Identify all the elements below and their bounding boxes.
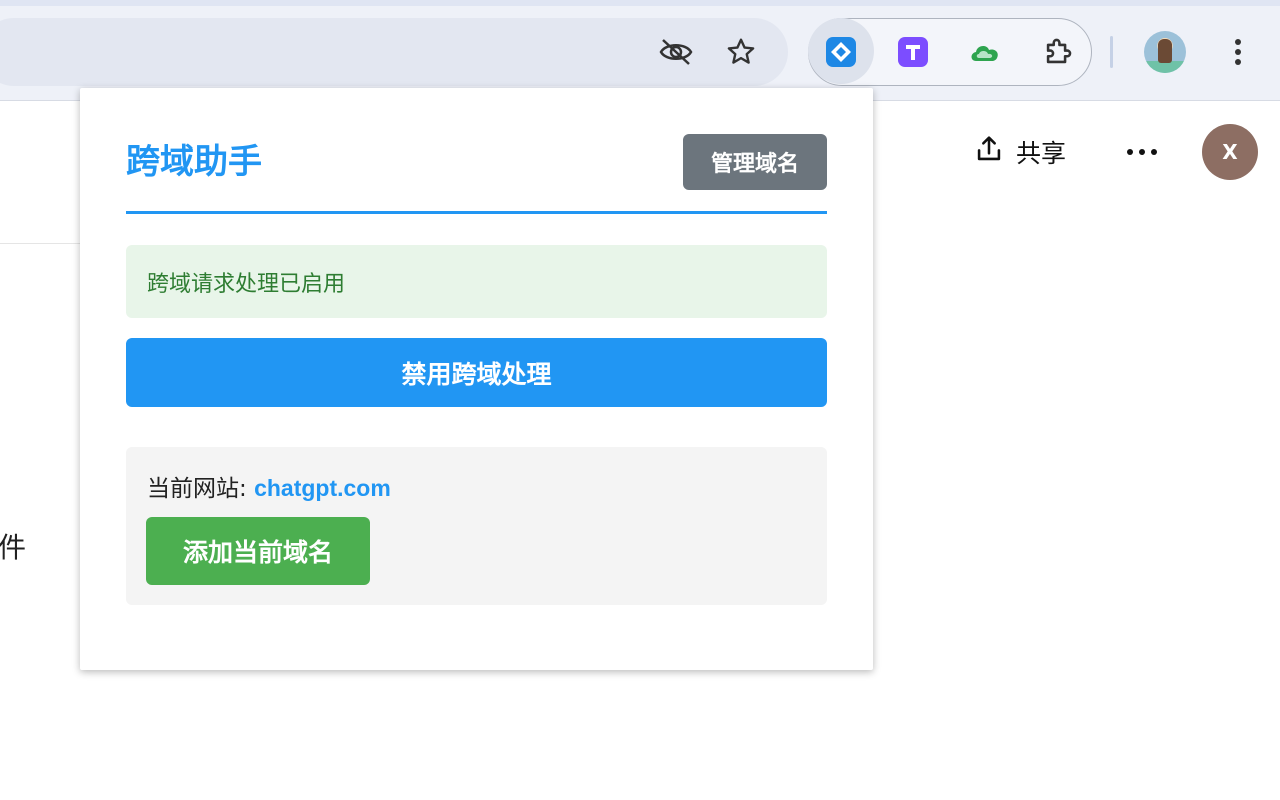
add-current-domain-button[interactable]: 添加当前域名: [146, 517, 370, 585]
more-options-icon[interactable]: [1122, 136, 1162, 168]
cors-helper-popup: 跨域助手 管理域名 跨域请求处理已启用 禁用跨域处理 当前网站: chatgpt…: [80, 88, 873, 670]
user-avatar[interactable]: X: [1202, 124, 1258, 180]
vertical-dots-icon[interactable]: [1220, 34, 1256, 70]
manage-domains-button[interactable]: 管理域名: [683, 134, 827, 190]
title-underline: [126, 211, 827, 214]
sidebar-partial-text: 件: [0, 531, 27, 564]
share-label: 共享: [1016, 139, 1067, 168]
disable-cors-button[interactable]: 禁用跨域处理: [126, 338, 827, 407]
toolbar-divider: [1110, 36, 1113, 68]
tab-strip-edge: [0, 0, 1280, 6]
eye-off-icon[interactable]: [658, 34, 694, 70]
browser-toolbar: [0, 0, 1280, 101]
page-header-divider: [0, 243, 84, 244]
current-site-panel: 当前网站: chatgpt.com 添加当前域名: [126, 447, 827, 605]
cors-helper-extension-icon[interactable]: [823, 34, 859, 70]
current-site-line: 当前网站: chatgpt.com: [147, 469, 391, 503]
status-text: 跨域请求处理已启用: [147, 271, 346, 297]
t-extension-icon[interactable]: [895, 34, 931, 70]
share-icon: [972, 132, 1006, 172]
profile-avatar[interactable]: [1144, 31, 1186, 73]
extensions-puzzle-icon[interactable]: [1040, 34, 1076, 70]
popup-title: 跨域助手: [126, 142, 262, 182]
status-message: 跨域请求处理已启用: [126, 245, 827, 318]
current-site-domain: chatgpt.com: [254, 475, 391, 501]
cloud-extension-icon[interactable]: [967, 34, 1003, 70]
share-button[interactable]: 共享: [972, 132, 1066, 172]
star-icon[interactable]: [723, 34, 759, 70]
current-site-label: 当前网站:: [147, 476, 255, 502]
